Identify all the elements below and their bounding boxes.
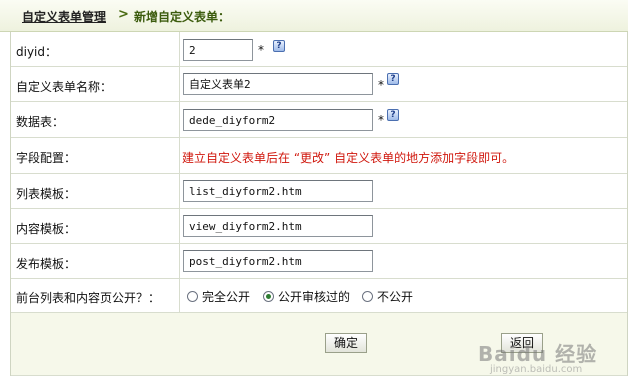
required-mark: * (378, 78, 384, 92)
radio-label: 公开审核过的 (278, 289, 351, 304)
radio-label: 完全公开 (202, 289, 251, 304)
field-config-label: 字段配置： (16, 151, 77, 165)
confirm-button[interactable]: 确定 (325, 333, 368, 353)
radio-button[interactable] (362, 290, 373, 302)
required-mark: * (378, 113, 384, 127)
required-mark: * (258, 43, 264, 57)
radio-button[interactable] (187, 290, 198, 302)
data-table-input[interactable] (183, 109, 373, 131)
post-template-input[interactable] (183, 250, 373, 272)
watermark-logo: Baidu 经验 (478, 342, 598, 366)
radio-full-public[interactable]: 完全公开 (187, 287, 250, 305)
help-icon[interactable]: ? (387, 73, 399, 85)
radio-button-selected[interactable] (263, 290, 274, 302)
help-icon[interactable]: ? (387, 109, 399, 121)
row-field-config: 字段配置： 建立自定义表单后在 “更改” 自定义表单的地方添加字段即可。 (11, 138, 627, 174)
row-data-table: 数据表： * ? (11, 102, 627, 138)
view-template-label: 内容模板： (16, 222, 77, 236)
radio-not-public[interactable]: 不公开 (362, 287, 413, 305)
breadcrumb-separator: > (118, 7, 129, 22)
radio-approved-public[interactable]: 公开审核过的 (263, 287, 350, 305)
breadcrumb-bar: 自定义表单管理 > 新增自定义表单： (0, 0, 628, 32)
help-icon[interactable]: ? (273, 40, 285, 52)
field-config-note: 建立自定义表单后在 “更改” 自定义表单的地方添加字段即可。 (182, 151, 515, 165)
list-template-input[interactable] (183, 180, 373, 202)
data-table-label: 数据表： (16, 115, 65, 129)
radio-label: 不公开 (377, 289, 414, 304)
breadcrumb-current: 新增自定义表单： (134, 10, 231, 24)
row-post-template: 发布模板： (11, 244, 627, 279)
diyid-label: diyid： (16, 45, 58, 59)
breadcrumb-root-link[interactable]: 自定义表单管理 (22, 8, 106, 25)
public-option-label: 前台列表和内容页公开？： (16, 291, 161, 305)
post-template-label: 发布模板： (16, 257, 77, 271)
list-template-label: 列表模板： (16, 187, 77, 201)
row-form-name: 自定义表单名称： * ? (11, 67, 627, 102)
form-table: diyid： * ? 自定义表单名称： * ? 数据表： * ? 字段配置： 建… (10, 32, 628, 376)
row-view-template: 内容模板： (11, 209, 627, 244)
form-name-label: 自定义表单名称： (16, 80, 113, 94)
diyid-input[interactable] (183, 39, 253, 61)
form-name-input[interactable] (183, 73, 373, 95)
watermark-url: jingyan.baidu.com (490, 364, 583, 375)
row-list-template: 列表模板： (11, 174, 627, 209)
row-public-option: 前台列表和内容页公开？： 完全公开 公开审核过的 不公开 (11, 279, 627, 313)
row-diyid: diyid： * ? (11, 32, 627, 67)
view-template-input[interactable] (183, 215, 373, 237)
